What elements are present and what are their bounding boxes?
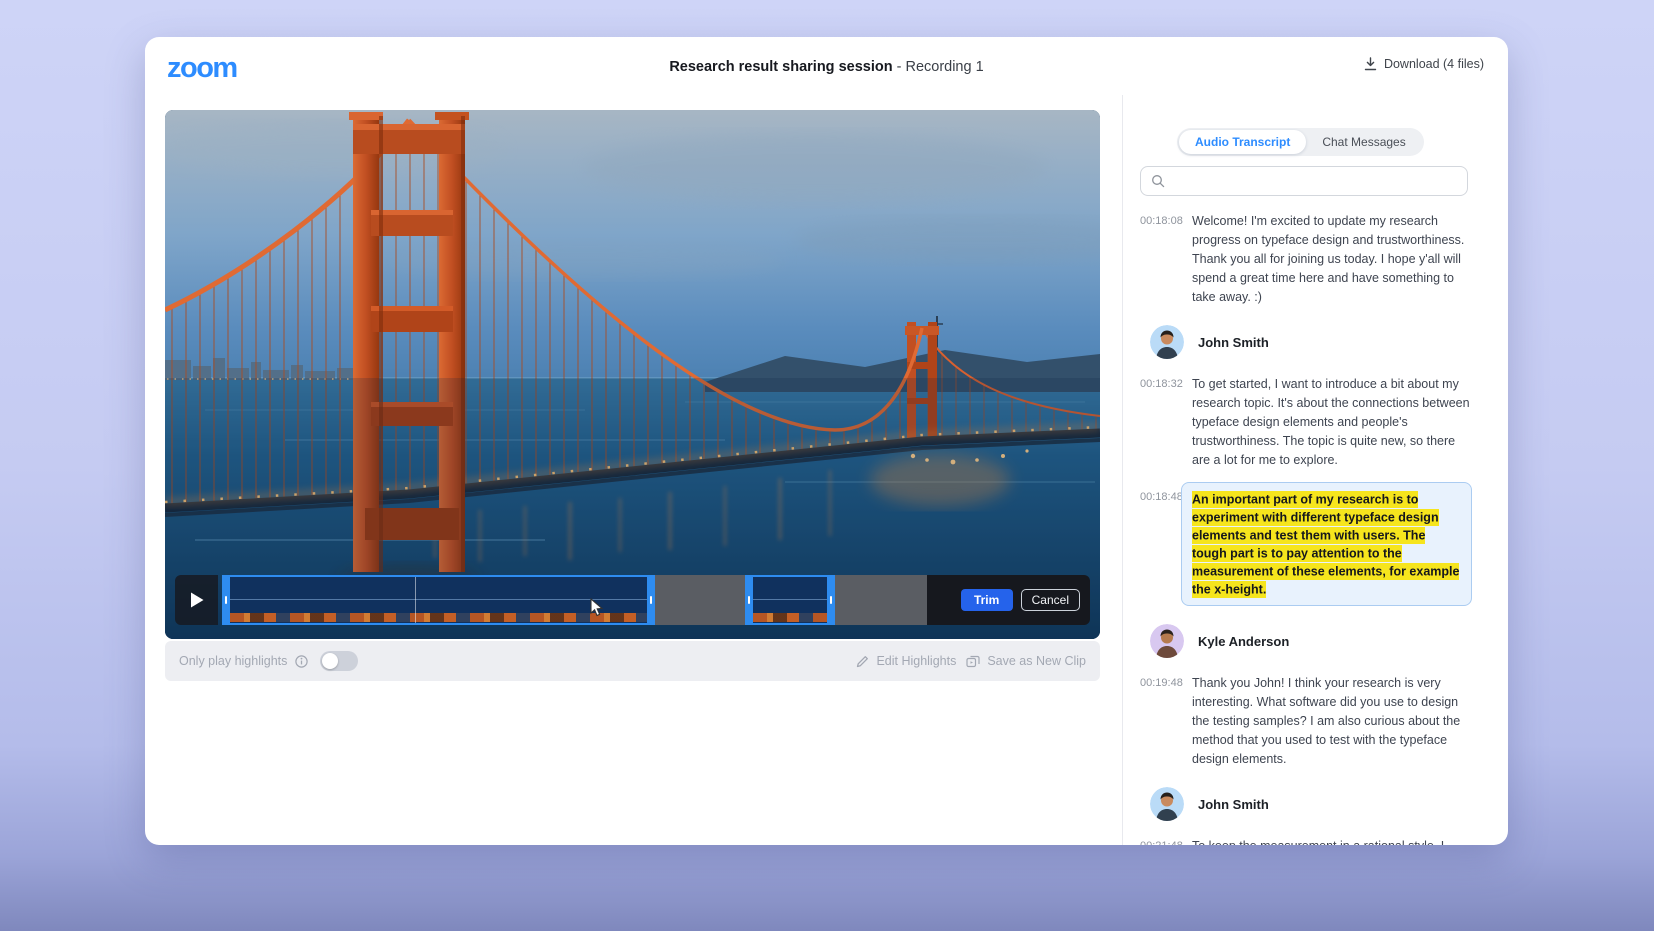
message-text: Thank you John! I think your research is… — [1192, 674, 1472, 769]
toggle-knob — [322, 653, 338, 669]
download-icon — [1364, 57, 1377, 71]
timestamp: 00:21:48 — [1140, 837, 1192, 845]
timestamp: 00:18:32 — [1140, 375, 1192, 470]
golden-gate-bridge-video-frame — [165, 110, 1100, 639]
avatar — [1150, 624, 1184, 658]
transcript-entry[interactable]: 00:18:08Welcome! I'm excited to update m… — [1140, 212, 1472, 307]
recording-label: Recording 1 — [905, 59, 983, 75]
sidebar-divider — [1122, 95, 1123, 845]
timestamp: 00:18:08 — [1140, 212, 1192, 307]
playhead[interactable] — [415, 577, 416, 623]
save-as-new-clip-button[interactable]: Save as New Clip — [966, 654, 1086, 668]
trim-selection-2[interactable] — [745, 575, 835, 625]
avatar — [1150, 787, 1184, 821]
video-player[interactable]: Trim Cancel — [165, 110, 1100, 639]
player-controls-bar: Only play highlights Edit Highlights Sav… — [165, 641, 1100, 681]
speaker-row: John Smith — [1140, 787, 1472, 821]
trim-handle-left[interactable] — [222, 575, 230, 625]
speaker-name: Kyle Anderson — [1198, 634, 1289, 649]
tab-chat-messages[interactable]: Chat Messages — [1306, 130, 1421, 154]
search-icon — [1151, 174, 1165, 188]
trim-button[interactable]: Trim — [961, 589, 1013, 611]
tab-audio-transcript[interactable]: Audio Transcript — [1179, 130, 1306, 154]
message-text: To keep the measurement in a rational st… — [1192, 837, 1472, 845]
message-text: Welcome! I'm excited to update my resear… — [1192, 212, 1472, 307]
highlighted-text: An important part of my research is to e… — [1192, 491, 1459, 598]
trim-handle-right[interactable] — [827, 575, 835, 625]
cancel-button[interactable]: Cancel — [1021, 589, 1080, 611]
session-title: Research result sharing session — [669, 59, 892, 75]
only-play-highlights-label: Only play highlights — [179, 654, 287, 668]
avatar — [1150, 325, 1184, 359]
message-text: An important part of my research is to e… — [1181, 482, 1472, 606]
trim-bar: Trim Cancel — [175, 575, 1090, 625]
clip-copy-icon — [966, 655, 980, 668]
trim-handle-right[interactable] — [647, 575, 655, 625]
transcript-entry-highlighted[interactable]: 00:18:48An important part of my research… — [1140, 488, 1472, 606]
timestamp: 00:19:48 — [1140, 674, 1192, 769]
transcript-entry[interactable]: 00:21:48To keep the measurement in a rat… — [1140, 837, 1472, 845]
trim-filmstrip[interactable]: Trim Cancel — [222, 575, 1090, 625]
speaker-name: John Smith — [1198, 335, 1269, 350]
pencil-icon — [856, 655, 869, 668]
trim-handle-left[interactable] — [745, 575, 753, 625]
speaker-name: John Smith — [1198, 797, 1269, 812]
play-icon — [189, 591, 205, 609]
transcript-search[interactable] — [1140, 166, 1468, 196]
page-title: Research result sharing session - Record… — [145, 59, 1508, 75]
message-text: To get started, I want to introduce a bi… — [1192, 375, 1472, 470]
info-icon[interactable] — [295, 655, 308, 668]
trim-actions: Trim Cancel — [927, 575, 1090, 625]
mouse-cursor — [589, 598, 606, 623]
play-button[interactable] — [175, 575, 218, 625]
sidebar-tabs: Audio Transcript Chat Messages — [1177, 128, 1424, 156]
speaker-row: John Smith — [1140, 325, 1472, 359]
trim-unselected-region — [655, 575, 745, 625]
edit-highlights-button[interactable]: Edit Highlights — [856, 654, 956, 668]
search-input[interactable] — [1172, 174, 1457, 188]
only-play-highlights-toggle[interactable] — [320, 651, 358, 671]
recording-window: zoom Research result sharing session - R… — [145, 37, 1508, 845]
speaker-row: Kyle Anderson — [1140, 624, 1472, 658]
transcript-entry[interactable]: 00:19:48Thank you John! I think your res… — [1140, 674, 1472, 769]
trim-unselected-region — [835, 575, 927, 625]
download-button[interactable]: Download (4 files) — [1364, 57, 1484, 71]
transcript-list: 00:18:08Welcome! I'm excited to update m… — [1140, 212, 1472, 845]
transcript-entry[interactable]: 00:18:32To get started, I want to introd… — [1140, 375, 1472, 470]
